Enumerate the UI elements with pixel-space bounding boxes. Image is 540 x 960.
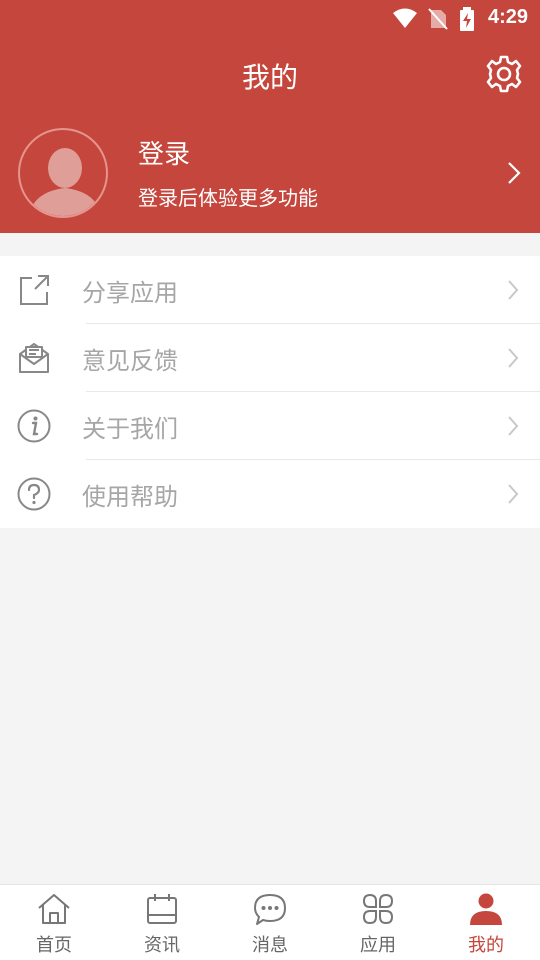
user-icon [470,893,502,925]
news-icon [147,894,177,924]
bottom-tab-bar: 首页 资讯 消息 应用 我的 [0,884,540,960]
apps-icon [362,893,394,925]
status-bar: 4:29 [0,0,540,36]
page-title: 我的 [241,61,298,94]
tab-home[interactable]: 首页 [0,885,108,960]
tab-apps[interactable]: 应用 [324,885,432,960]
feedback-mail-icon [19,343,49,373]
login-title: 登录 [138,140,191,170]
menu-item-label: 关于我们 [82,415,178,443]
tab-label: 应用 [360,935,396,956]
tab-label: 首页 [36,935,72,956]
gear-icon [486,55,522,93]
info-icon [17,409,51,443]
menu-item-label: 使用帮助 [82,483,178,511]
menu-item-share[interactable]: 分享应用 [0,256,540,324]
chevron-right-icon [508,348,519,368]
no-sim-icon [428,8,448,30]
battery-charging-icon [460,7,474,31]
help-icon [17,477,51,511]
tab-label: 资讯 [144,935,180,956]
settings-menu: 分享应用 意见反馈 关于我们 使用帮助 [0,256,540,528]
chevron-right-icon [508,280,519,300]
share-icon [20,275,49,305]
avatar [18,128,108,218]
chevron-right-icon [508,484,519,504]
tab-messages[interactable]: 消息 [216,885,324,960]
menu-item-help[interactable]: 使用帮助 [0,460,540,528]
login-profile-row[interactable]: 登录 登录后体验更多功能 [0,122,540,222]
home-icon [38,894,70,924]
settings-button[interactable] [484,54,524,94]
tab-mine[interactable]: 我的 [432,885,540,960]
tab-news[interactable]: 资讯 [108,885,216,960]
menu-item-label: 分享应用 [82,279,178,307]
default-avatar-icon [28,148,102,216]
chevron-right-icon [508,416,519,436]
menu-item-about[interactable]: 关于我们 [0,392,540,460]
login-subtitle: 登录后体验更多功能 [138,186,318,210]
wifi-icon [393,8,417,28]
tab-label: 我的 [468,935,504,956]
chevron-right-icon [508,162,521,184]
tab-label: 消息 [252,935,288,956]
menu-item-label: 意见反馈 [82,347,178,375]
status-time: 4:29 [487,6,528,28]
message-icon [254,894,286,925]
menu-item-feedback[interactable]: 意见反馈 [0,324,540,392]
profile-header: 4:29 我的 登录 登录后体验更多功能 [0,0,540,233]
